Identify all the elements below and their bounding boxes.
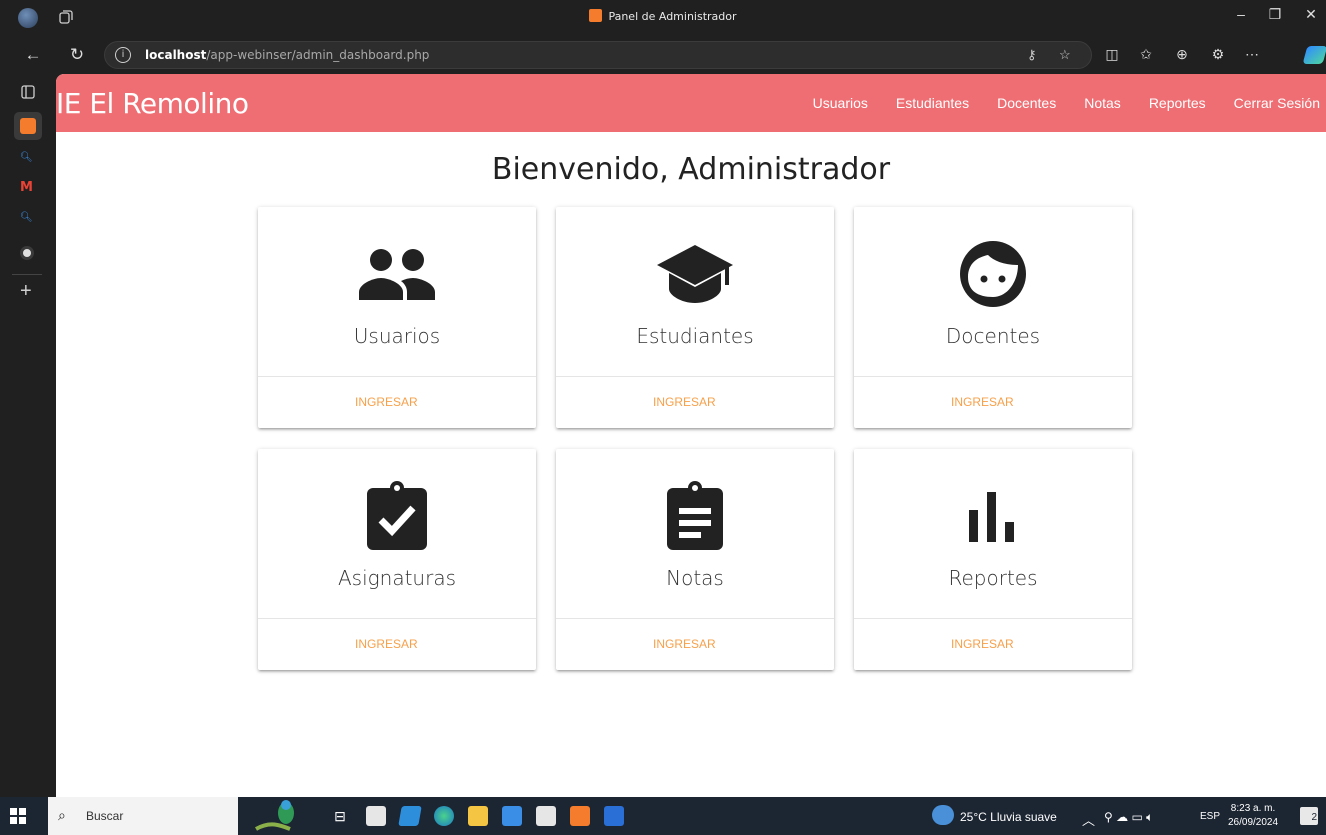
ingresar-estudiantes-link[interactable]: INGRESAR (653, 395, 716, 409)
collections-icon[interactable]: ⊕ (1172, 46, 1192, 63)
window-title: Panel de Administrador (0, 9, 1326, 23)
sidebar-divider (12, 274, 42, 275)
notification-center-icon[interactable]: 2 (1300, 807, 1318, 825)
ingresar-docentes-link[interactable]: INGRESAR (951, 395, 1014, 409)
clock-time: 8:23 a. m. (1230, 803, 1276, 814)
ingresar-asignaturas-link[interactable]: INGRESAR (355, 637, 418, 651)
tab-search-icon[interactable]: 🔍︎ (20, 152, 38, 170)
face-icon (854, 241, 1132, 307)
notification-count: 2 (1311, 812, 1317, 823)
page-title: Bienvenido, Administrador (491, 152, 891, 187)
nav-link-reportes[interactable]: Reportes (1135, 95, 1220, 111)
card-estudiantes: Estudiantes INGRESAR (556, 207, 834, 428)
card-reportes: Reportes INGRESAR (854, 449, 1132, 670)
file-explorer-app-icon[interactable] (468, 806, 488, 826)
tray-overflow-chevron-icon[interactable]: ︿ (1082, 810, 1095, 829)
card-action: INGRESAR (258, 376, 536, 428)
site-info-icon[interactable]: i (115, 47, 131, 63)
document-app-icon[interactable] (604, 806, 624, 826)
taskbar-search-box[interactable]: ⌕ Buscar (48, 797, 238, 835)
card-action: INGRESAR (258, 618, 536, 670)
language-indicator[interactable]: ESP (1200, 811, 1220, 822)
tray-system-icons[interactable]: ⚲ ☁ ▭ 🔈︎ (1104, 810, 1153, 825)
people-icon (258, 241, 536, 307)
copilot-icon[interactable] (1302, 46, 1326, 64)
search-input[interactable]: Buscar (86, 809, 123, 823)
extensions-icon[interactable]: ⚙ (1208, 46, 1228, 63)
back-arrow-icon[interactable]: ← (22, 44, 44, 66)
tab-panel-icon[interactable] (20, 84, 38, 102)
ingresar-reportes-link[interactable]: INGRESAR (951, 637, 1014, 651)
windows-taskbar: ⌕ Buscar ⊟ 25°C Lluvia suave ︿ ⚲ ☁ ▭ 🔈︎ … (0, 797, 1326, 835)
url-path: /app-webinser/admin_dashboard.php (206, 48, 430, 62)
search-highlight-bird-icon[interactable] (250, 799, 310, 833)
browser-title-bar: Panel de Administrador – ❐ ✕ (0, 0, 1326, 36)
active-tab-xampp-icon[interactable] (14, 112, 42, 140)
store-app-icon[interactable] (502, 806, 522, 826)
clipboard-check-icon (258, 481, 536, 550)
weather-cloud-icon[interactable] (932, 805, 954, 825)
task-view-icon[interactable]: ⊟ (330, 806, 350, 826)
xampp-favicon-icon (589, 9, 603, 22)
card-usuarios: Usuarios INGRESAR (258, 207, 536, 428)
search-icon: ⌕ (58, 807, 66, 823)
nav-link-notas[interactable]: Notas (1070, 95, 1135, 111)
nav-link-usuarios[interactable]: Usuarios (799, 95, 882, 111)
card-title: Docentes (945, 324, 1041, 348)
card-asignaturas: Asignaturas INGRESAR (258, 449, 536, 670)
nav-link-cerrar-sesion[interactable]: Cerrar Sesión (1220, 95, 1326, 111)
more-menu-icon[interactable]: ⋯ (1242, 46, 1262, 63)
graduation-cap-icon (556, 241, 834, 307)
clipboard-list-icon (556, 481, 834, 550)
key-icon[interactable]: ⚷ (1027, 47, 1037, 63)
notepad-app-icon[interactable] (366, 806, 386, 826)
split-screen-icon[interactable]: ◫ (1102, 46, 1122, 63)
card-action: INGRESAR (556, 376, 834, 428)
card-title: Reportes (948, 566, 1038, 590)
card-title: Asignaturas (337, 566, 456, 590)
weather-text[interactable]: 25°C Lluvia suave (960, 810, 1057, 824)
windows-start-icon[interactable] (10, 808, 26, 824)
tab-chatgpt-icon[interactable] (20, 246, 38, 264)
card-title: Notas (666, 566, 724, 590)
clock-date: 26/09/2024 (1228, 817, 1279, 828)
vertical-tabs-sidebar: 🔍︎ M 🔍︎ + (0, 74, 56, 797)
edge-app-icon[interactable] (434, 806, 454, 826)
bar-chart-icon (854, 483, 1132, 549)
card-action: INGRESAR (556, 618, 834, 670)
ingresar-notas-link[interactable]: INGRESAR (653, 637, 716, 651)
vscode-app-icon[interactable] (398, 806, 422, 826)
favorite-star-icon[interactable]: ☆ (1059, 47, 1071, 63)
card-notas: Notas INGRESAR (556, 449, 834, 670)
ingresar-usuarios-link[interactable]: INGRESAR (355, 395, 418, 409)
new-tab-plus-icon[interactable]: + (20, 281, 38, 301)
window-title-text: Panel de Administrador (608, 10, 737, 23)
card-title: Estudiantes (636, 324, 754, 348)
minimize-icon[interactable]: – (1226, 6, 1256, 22)
url-text[interactable]: localhost/app-webinser/admin_dashboard.p… (145, 48, 429, 62)
nav-links: Usuarios Estudiantes Docentes Notas Repo… (799, 74, 1326, 132)
card-title: Usuarios (353, 324, 441, 348)
mail-app-icon[interactable] (536, 806, 556, 826)
brand-logo[interactable]: IE El Remolino (56, 87, 249, 120)
url-host: localhost (145, 48, 207, 62)
card-action: INGRESAR (854, 618, 1132, 670)
refresh-icon[interactable]: ↻ (66, 44, 88, 66)
app-navbar: IE El Remolino Usuarios Estudiantes Doce… (56, 74, 1326, 132)
restore-icon[interactable]: ❐ (1260, 6, 1290, 23)
tab-search-icon-2[interactable]: 🔍︎ (20, 212, 38, 230)
url-bar[interactable]: i localhost/app-webinser/admin_dashboard… (104, 41, 1092, 69)
favorites-icon[interactable]: ✩ (1136, 46, 1156, 63)
nav-link-estudiantes[interactable]: Estudiantes (882, 95, 983, 111)
card-action: INGRESAR (854, 376, 1132, 428)
card-docentes: Docentes INGRESAR (854, 207, 1132, 428)
tab-gmail-icon[interactable]: M (20, 180, 38, 198)
page-viewport: IE El Remolino Usuarios Estudiantes Doce… (56, 74, 1326, 797)
taskbar-clock[interactable]: 8:23 a. m. 26/09/2024 (1228, 802, 1278, 830)
xampp-app-icon[interactable] (570, 806, 590, 826)
close-icon[interactable]: ✕ (1296, 6, 1326, 23)
address-bar-row: ← ↻ i localhost/app-webinser/admin_dashb… (0, 36, 1326, 74)
nav-link-docentes[interactable]: Docentes (983, 95, 1070, 111)
